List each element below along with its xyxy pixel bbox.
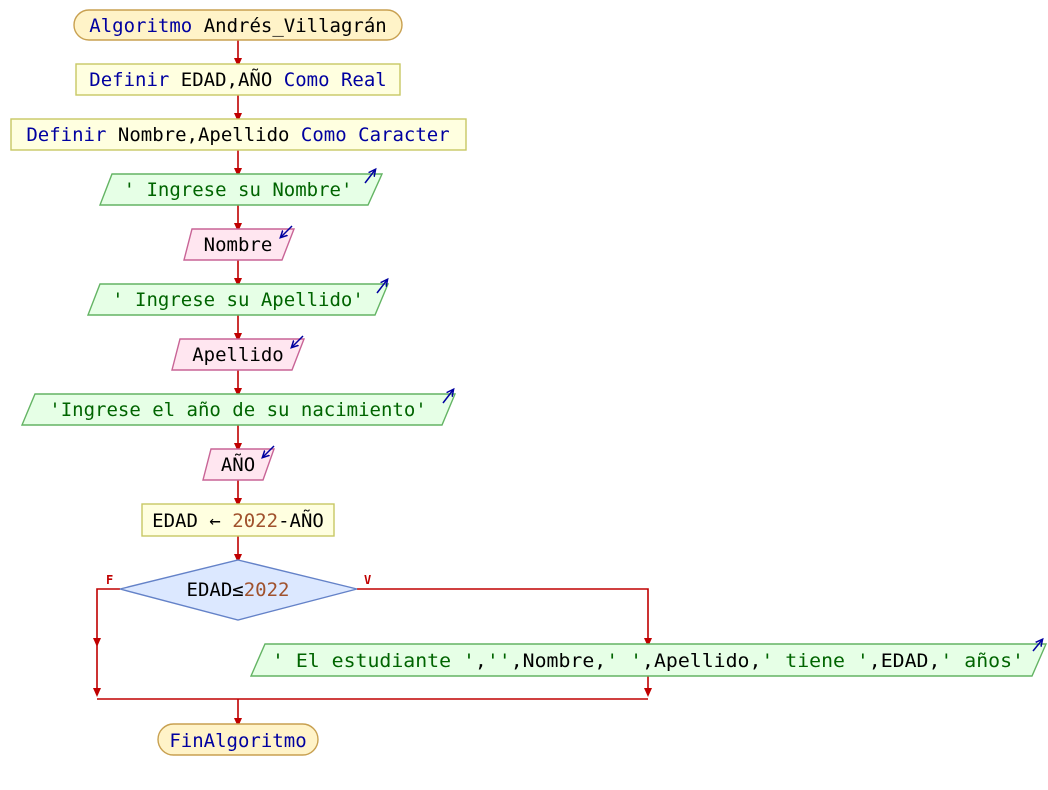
output-2-label: ' Ingrese su Apellido' — [112, 289, 364, 311]
output-3-label: 'Ingrese el año de su nacimiento' — [49, 399, 427, 421]
assign-node: EDAD ← 2022-AÑO — [141, 503, 335, 537]
output-node-3: 'Ingrese el año de su nacimiento' — [20, 390, 457, 426]
output-node-2: ' Ingrese su Apellido' — [86, 280, 390, 316]
output-4-label: ' El estudiante ' ,'',Nombre, ' ',Apellido… — [272, 650, 1024, 672]
input-node-2: Apellido — [171, 335, 306, 371]
start-node: Algoritmo Andrés_Villagrán — [73, 9, 403, 41]
input-2-label: Apellido — [192, 344, 284, 366]
connector-false-branch — [93, 588, 120, 647]
connector-true-branch — [357, 588, 652, 647]
output-1-label: ' Ingrese su Nombre' — [124, 179, 353, 201]
true-branch-label: V — [364, 573, 371, 587]
define-2-label: Definir Nombre,Apellido Como Caracter — [26, 124, 449, 146]
define-node-2: Definir Nombre,Apellido Como Caracter — [10, 118, 467, 151]
decision-node: EDAD≤2022 F V — [106, 559, 371, 621]
decision-label: EDAD≤2022 — [187, 579, 290, 601]
input-3-label: AÑO — [221, 453, 255, 476]
define-node-1: Definir EDAD,AÑO Como Real — [75, 63, 401, 96]
false-branch-label: F — [106, 573, 113, 587]
input-node-3: AÑO — [202, 445, 275, 481]
flowchart: Algoritmo Andrés_Villagrán Definir EDAD,… — [10, 9, 1048, 756]
assign-label: EDAD ← 2022-AÑO — [152, 509, 324, 532]
end-node: FinAlgoritmo — [157, 723, 319, 756]
start-label: Algoritmo Andrés_Villagrán — [89, 15, 386, 37]
output-node-1: ' Ingrese su Nombre' — [98, 170, 384, 206]
end-label: FinAlgoritmo — [169, 730, 306, 752]
input-node-1: Nombre — [183, 225, 296, 261]
output-node-4: ' El estudiante ' ,'',Nombre, ' ',Apellido… — [249, 640, 1048, 677]
input-1-label: Nombre — [204, 234, 273, 256]
define-1-label: Definir EDAD,AÑO Como Real — [89, 68, 386, 91]
